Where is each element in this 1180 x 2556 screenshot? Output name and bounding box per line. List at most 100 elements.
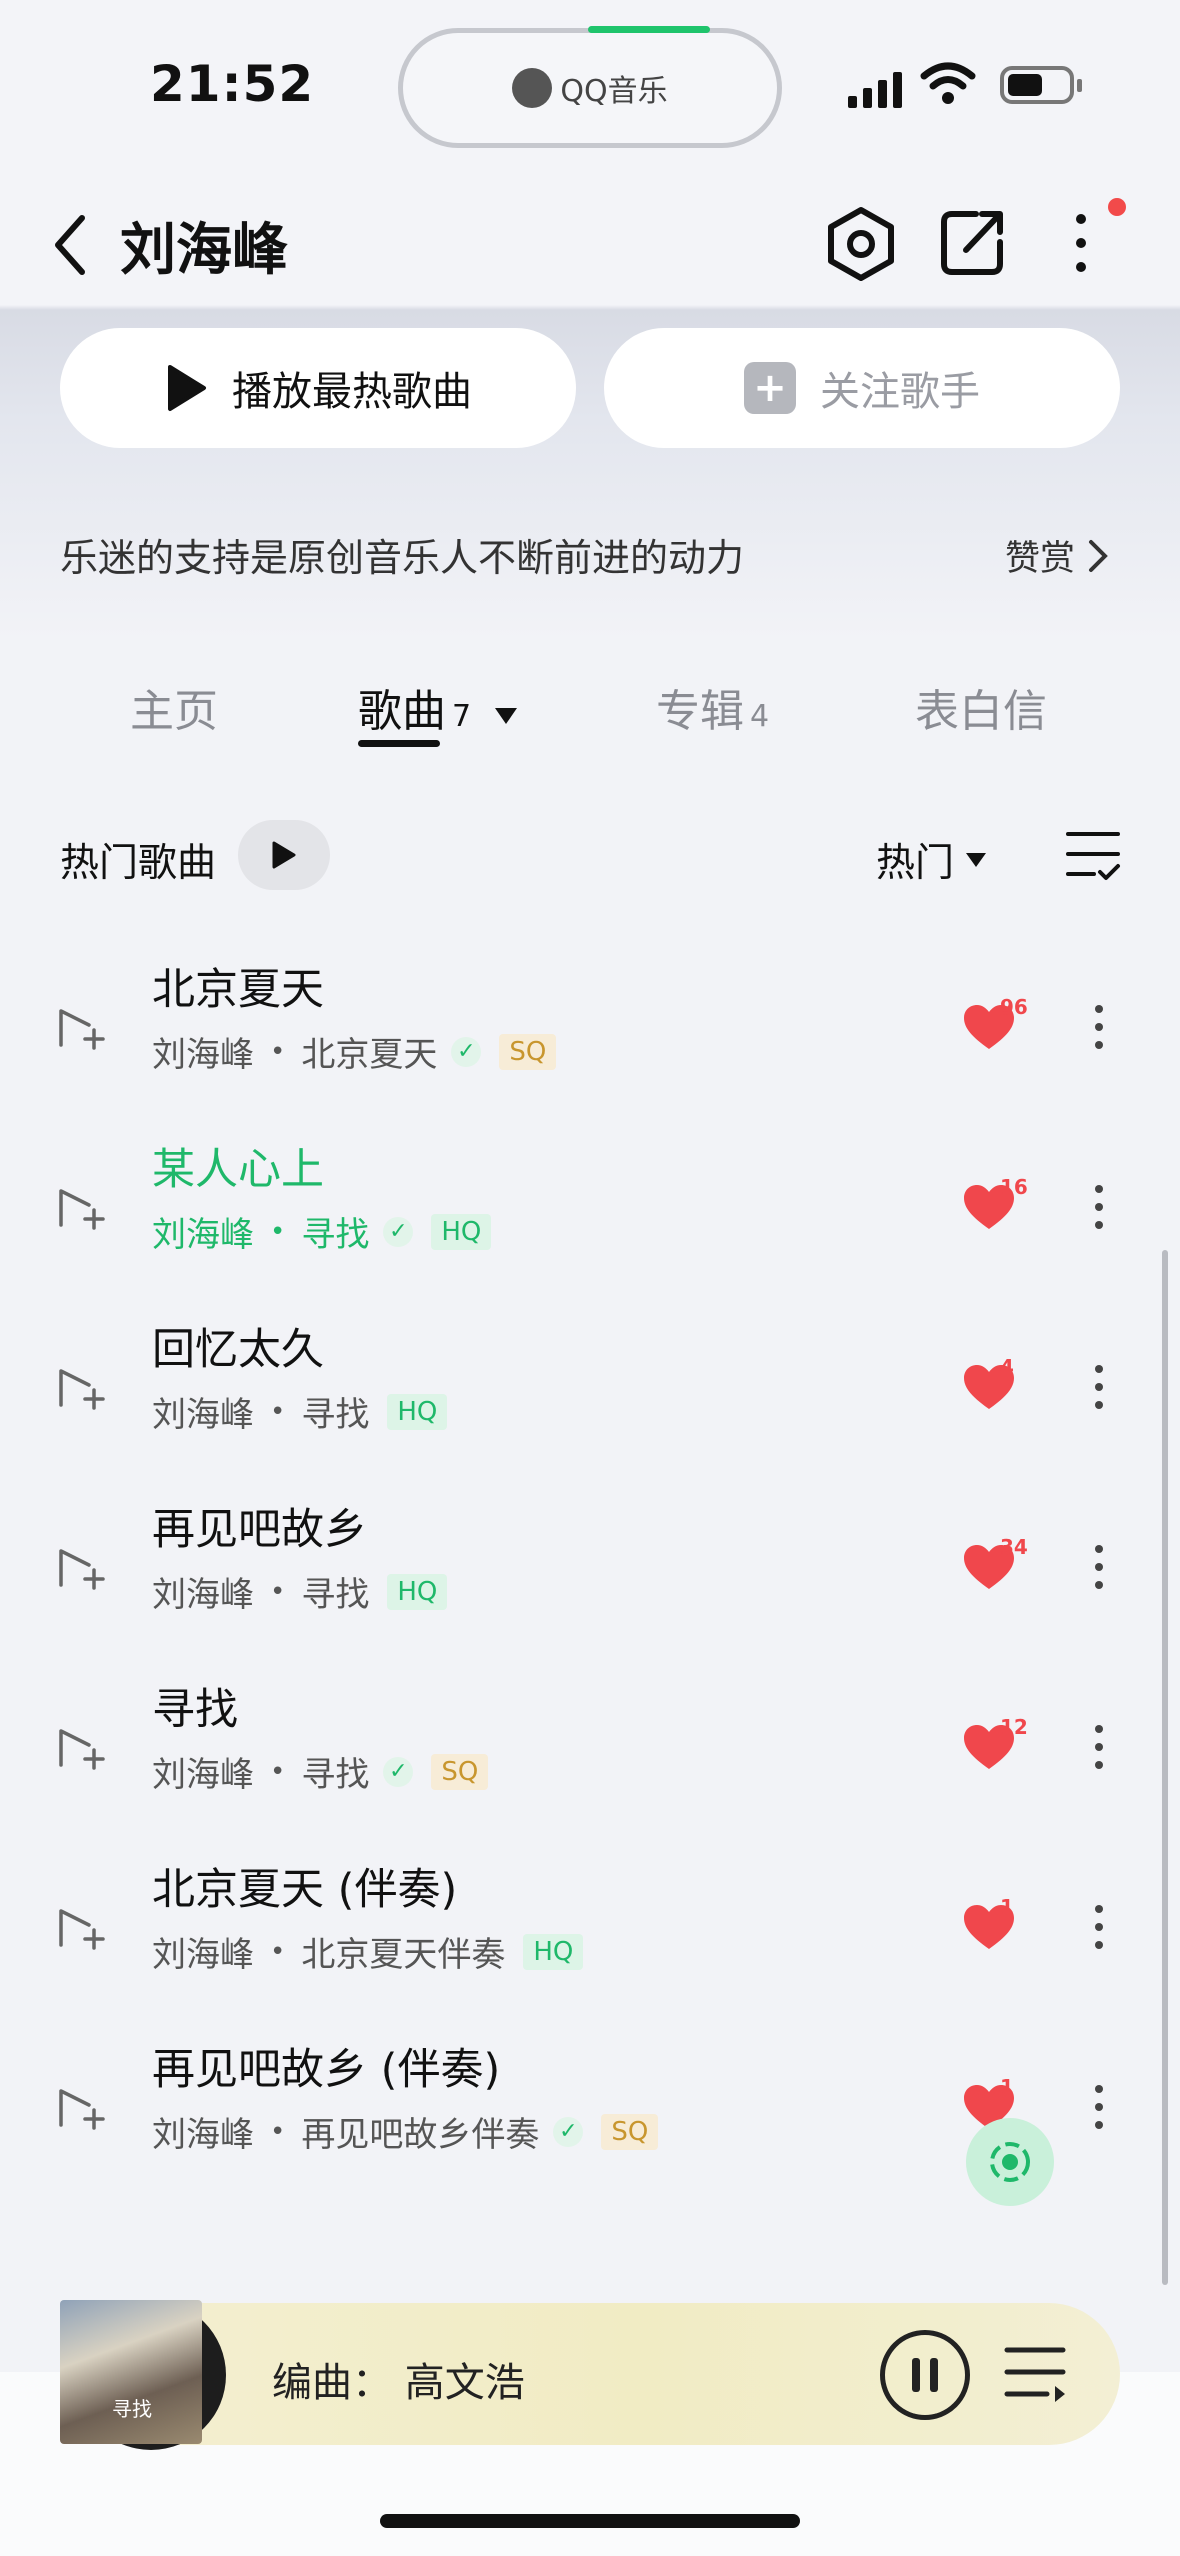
scrollbar[interactable] [1162, 1250, 1168, 2285]
song-artist: 刘海峰 [152, 2115, 254, 2155]
song-title: 北京夏天 (伴奏) [152, 1865, 458, 1915]
quality-badge: HQ [431, 1213, 492, 1250]
song-title: 再见吧故乡 (伴奏) [152, 2045, 501, 2095]
tab-songs[interactable]: 歌曲 7 [358, 675, 519, 739]
caret-down-icon [495, 708, 518, 724]
song-title: 某人心上 [152, 1145, 324, 1195]
add-to-playlist-icon[interactable] [55, 1185, 105, 1233]
home-indicator[interactable] [380, 2514, 800, 2528]
now-playing-text: 编曲： 高文浩 [272, 2360, 525, 2406]
island-progress-indicator [588, 26, 710, 33]
tab-home[interactable]: 主页 [130, 675, 218, 739]
song-meta: 刘海峰 • 寻找 HQ [152, 1387, 448, 1436]
status-time: 21:52 [150, 55, 315, 113]
tab-active-indicator [358, 740, 440, 747]
verified-check-icon: ✓ [553, 2116, 584, 2147]
song-title: 回忆太久 [152, 1325, 324, 1375]
playlist-queue-icon[interactable] [1003, 2342, 1069, 2404]
signal-icon [848, 72, 902, 108]
like-count: 4 [1000, 1355, 1014, 1379]
song-row[interactable]: 北京夏天 (伴奏) 刘海峰 • 北京夏天伴奏 HQ 1 [0, 1855, 1180, 2035]
separator-dot: • [270, 1036, 286, 1067]
play-hottest-label: 播放最热歌曲 [232, 369, 472, 415]
song-row[interactable]: 北京夏天 刘海峰 • 北京夏天 ✓ SQ 96 [0, 955, 1180, 1135]
verified-check-icon: ✓ [383, 1756, 414, 1787]
separator-dot: • [270, 2116, 286, 2147]
sort-label: 热门 [876, 841, 955, 886]
song-album: 北京夏天 [301, 1035, 438, 1075]
song-artist: 刘海峰 [152, 1395, 254, 1435]
follow-artist-label: 关注歌手 [820, 369, 980, 415]
song-meta: 刘海峰 • 北京夏天伴奏 HQ [152, 1927, 584, 1976]
verified-check-icon: ✓ [451, 1036, 482, 1067]
play-icon [168, 365, 206, 411]
quality-badge: SQ [499, 1033, 557, 1070]
quality-badge: HQ [387, 1393, 448, 1430]
play-hottest-button[interactable]: 播放最热歌曲 [60, 328, 576, 448]
add-to-playlist-icon[interactable] [55, 1005, 105, 1053]
song-more-icon[interactable] [1093, 1905, 1105, 1949]
song-more-icon[interactable] [1093, 1005, 1105, 1049]
song-row[interactable]: 回忆太久 刘海峰 • 寻找 HQ 4 [0, 1315, 1180, 1495]
island-app-name: QQ音乐 [560, 74, 668, 109]
song-more-icon[interactable] [1093, 1365, 1105, 1409]
add-to-playlist-icon[interactable] [55, 1365, 105, 1413]
song-title: 北京夏天 [152, 965, 324, 1015]
album-cover[interactable] [60, 2300, 202, 2444]
add-to-playlist-icon[interactable] [55, 1545, 105, 1593]
song-more-icon[interactable] [1093, 1725, 1105, 1769]
caret-down-icon [966, 853, 987, 867]
pause-button[interactable] [880, 2330, 970, 2420]
plus-icon: + [744, 362, 796, 414]
page-title: 刘海峰 [120, 218, 288, 283]
more-menu-icon[interactable] [1076, 214, 1086, 272]
song-more-icon[interactable] [1093, 1545, 1105, 1589]
quality-badge: HQ [523, 1933, 584, 1970]
song-artist: 刘海峰 [152, 1215, 254, 1255]
song-artist: 刘海峰 [152, 1935, 254, 1975]
reward-label: 赞赏 [1005, 539, 1076, 579]
separator-dot: • [270, 1576, 286, 1607]
song-row[interactable]: 再见吧故乡 刘海峰 • 寻找 HQ 34 [0, 1495, 1180, 1675]
song-album: 寻找 [301, 1755, 370, 1795]
separator-dot: • [270, 1936, 286, 1967]
settings-hexagon-icon[interactable] [826, 206, 896, 282]
song-row[interactable]: 某人心上 刘海峰 • 寻找 ✓ HQ 16 [0, 1135, 1180, 1315]
song-title: 寻找 [152, 1685, 238, 1735]
song-row[interactable]: 寻找 刘海峰 • 寻找 ✓ SQ 12 [0, 1675, 1180, 1855]
like-count: 96 [1000, 995, 1028, 1019]
tab-love-letters[interactable]: 表白信 [915, 675, 1047, 739]
battery-icon [1000, 66, 1074, 104]
qq-music-logo-icon [512, 68, 553, 108]
song-meta: 刘海峰 • 寻找 HQ [152, 1567, 448, 1616]
wifi-icon [920, 62, 976, 104]
add-to-playlist-icon[interactable] [55, 2085, 105, 2133]
like-count: 1 [1000, 1895, 1014, 1919]
song-album: 北京夏天伴奏 [301, 1935, 506, 1975]
quality-badge: SQ [431, 1753, 489, 1790]
back-arrow-icon[interactable] [50, 210, 90, 280]
add-to-playlist-icon[interactable] [55, 1905, 105, 1953]
song-more-icon[interactable] [1093, 2085, 1105, 2129]
like-count: 1 [1000, 2075, 1014, 2099]
dynamic-island[interactable]: QQ音乐 [398, 28, 782, 148]
like-count: 34 [1000, 1535, 1028, 1559]
like-count: 12 [1000, 1715, 1028, 1739]
separator-dot: • [270, 1216, 286, 1247]
battery-tip [1077, 79, 1082, 92]
locate-playing-button[interactable] [966, 2118, 1054, 2206]
play-all-button[interactable] [238, 820, 330, 890]
reward-link[interactable]: 赞赏 [1005, 530, 1109, 581]
share-icon[interactable] [938, 206, 1008, 278]
follow-artist-button[interactable]: + 关注歌手 [604, 328, 1120, 448]
song-artist: 刘海峰 [152, 1575, 254, 1615]
add-to-playlist-icon[interactable] [55, 1725, 105, 1773]
song-meta: 刘海峰 • 寻找 ✓ SQ [152, 1747, 489, 1796]
sort-dropdown[interactable]: 热门 [876, 832, 988, 888]
multi-select-list-icon[interactable] [1064, 828, 1122, 882]
song-more-icon[interactable] [1093, 1185, 1105, 1229]
notification-dot [1108, 198, 1126, 216]
separator-dot: • [270, 1396, 286, 1427]
tab-albums[interactable]: 专辑 4 [656, 675, 769, 739]
separator-dot: • [270, 1756, 286, 1787]
